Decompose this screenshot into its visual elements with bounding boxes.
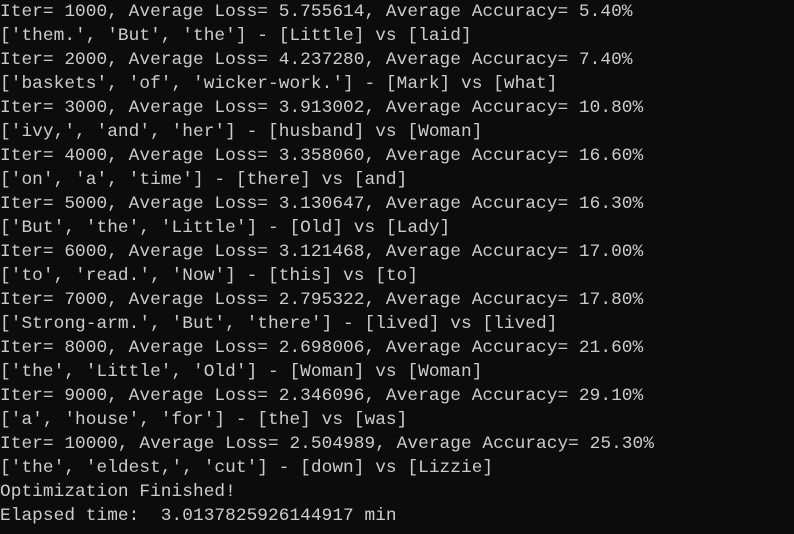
console-line-iter-3000: Iter= 3000, Average Loss= 3.913002, Aver…	[0, 98, 644, 118]
console-line-iter-8000: Iter= 8000, Average Loss= 2.698006, Aver…	[0, 338, 644, 358]
console-line-prediction: ['a', 'house', 'for'] - [the] vs [was]	[0, 410, 408, 430]
console-line-prediction: ['the', 'eldest,', 'cut'] - [down] vs [L…	[0, 458, 494, 478]
console-line-prediction: ['baskets', 'of', 'wicker-work.'] - [Mar…	[0, 74, 558, 94]
console-line-iter-6000: Iter= 6000, Average Loss= 3.121468, Aver…	[0, 242, 644, 262]
console-line-iter-7000: Iter= 7000, Average Loss= 2.795322, Aver…	[0, 290, 644, 310]
console-line-iter-10000: Iter= 10000, Average Loss= 2.504989, Ave…	[0, 434, 654, 454]
console-line-elapsed-time: Elapsed time: 3.0137825926144917 min	[0, 506, 397, 526]
console-line-prediction: ['But', 'the', 'Little'] - [Old] vs [Lad…	[0, 218, 451, 238]
console-line-prediction: ['ivy,', 'and', 'her'] - [husband] vs [W…	[0, 122, 483, 142]
console-line-iter-1000: Iter= 1000, Average Loss= 5.755614, Aver…	[0, 2, 633, 22]
console-line-prediction: ['Strong-arm.', 'But', 'there'] - [lived…	[0, 314, 558, 334]
console-line-prediction: ['the', 'Little', 'Old'] - [Woman] vs [W…	[0, 362, 483, 382]
console-line-iter-4000: Iter= 4000, Average Loss= 3.358060, Aver…	[0, 146, 644, 166]
console-line-iter-2000: Iter= 2000, Average Loss= 4.237280, Aver…	[0, 50, 633, 70]
console-line-prediction: ['on', 'a', 'time'] - [there] vs [and]	[0, 170, 408, 190]
console-line-prediction: ['to', 'read.', 'Now'] - [this] vs [to]	[0, 266, 419, 286]
console-line-prediction: ['them.', 'But', 'the'] - [Little] vs [l…	[0, 26, 472, 46]
console-line-finished: Optimization Finished!	[0, 482, 236, 502]
console-window[interactable]: Iter= 1000, Average Loss= 5.755614, Aver…	[0, 0, 794, 534]
console-line-iter-5000: Iter= 5000, Average Loss= 3.130647, Aver…	[0, 194, 644, 214]
console-line-iter-9000: Iter= 9000, Average Loss= 2.346096, Aver…	[0, 386, 644, 406]
console-output: Iter= 1000, Average Loss= 5.755614, Aver…	[0, 0, 654, 528]
